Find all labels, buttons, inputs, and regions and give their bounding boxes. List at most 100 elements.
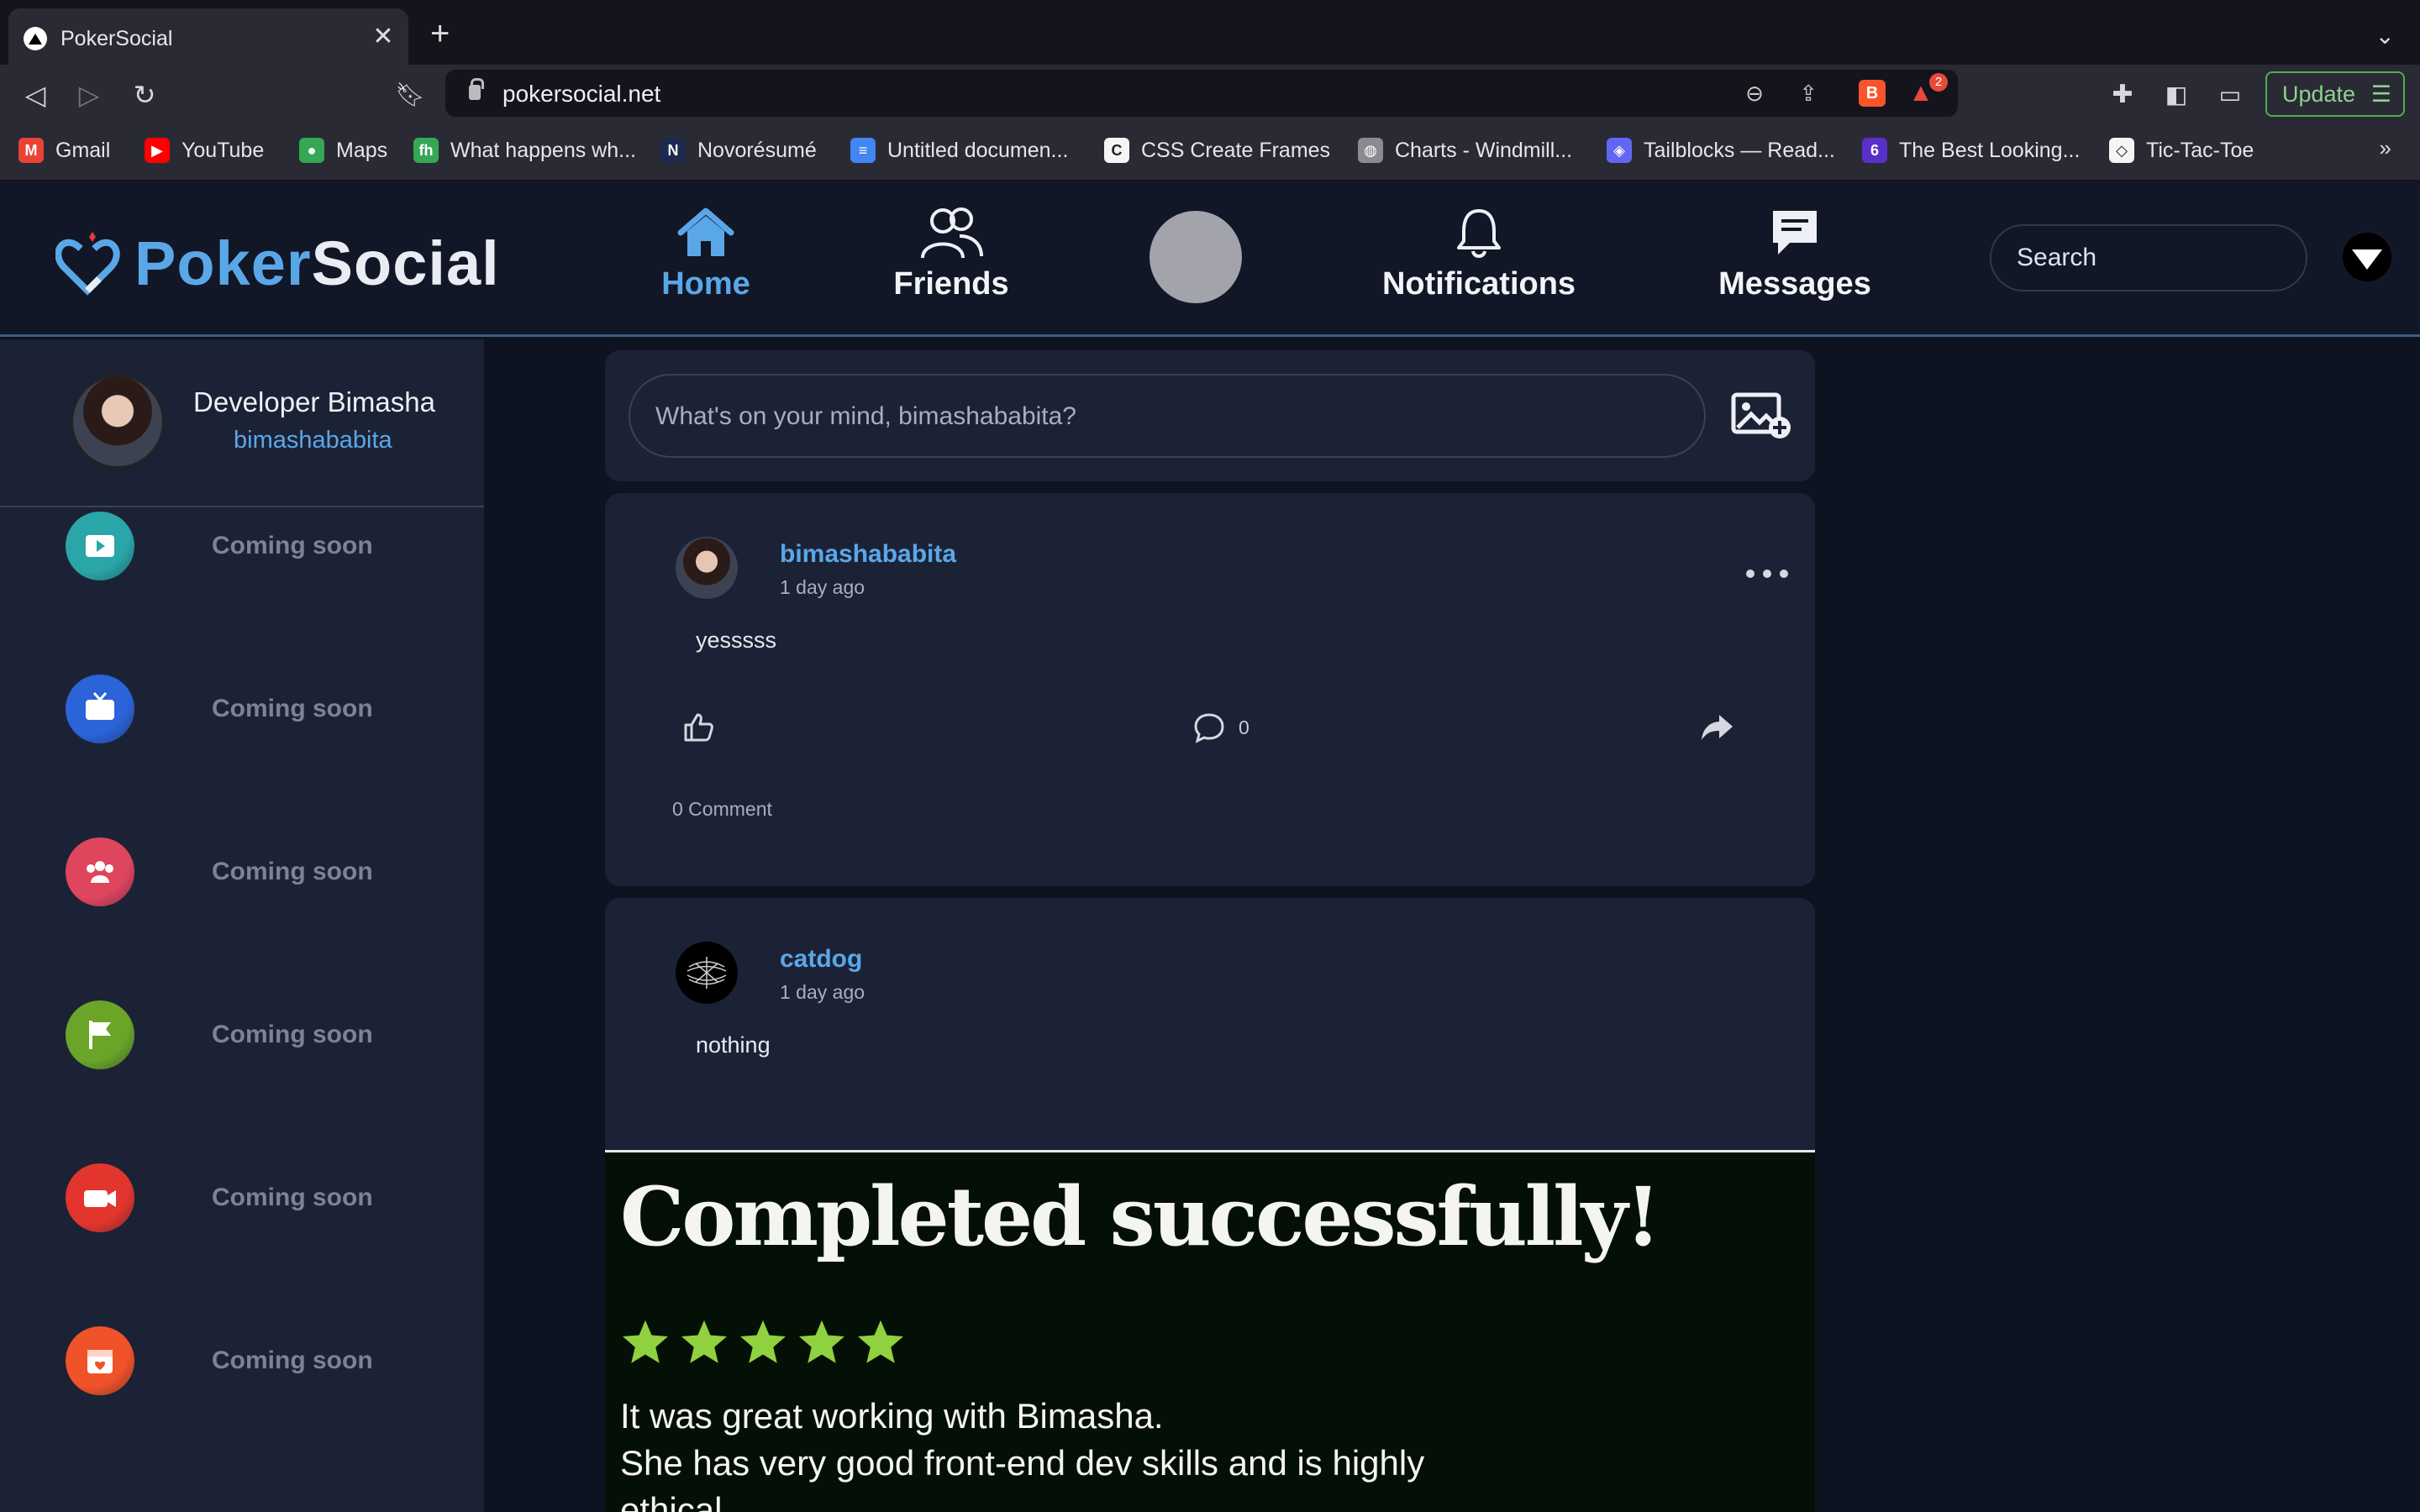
sidebar-item[interactable]: Coming soon: [66, 673, 452, 745]
sidebar-item[interactable]: Coming soon: [66, 999, 452, 1071]
review-title: Completed successfully!: [620, 1169, 1661, 1264]
comments-summary[interactable]: 0 Comment: [672, 798, 772, 821]
extensions-icon[interactable]: ✚: [2104, 76, 2141, 113]
reload-icon[interactable]: ↻: [126, 76, 163, 113]
sidebar-item-label: Coming soon: [212, 532, 373, 559]
logo-text-poker: Poker: [134, 228, 312, 298]
share-button[interactable]: [1699, 711, 1734, 743]
bookmark-label: The Best Looking...: [1899, 138, 2081, 162]
groups-icon: [66, 837, 134, 906]
logo-text-social: Social: [311, 228, 500, 298]
center-avatar[interactable]: [1150, 211, 1242, 303]
bookmark-item[interactable]: ◍ Charts - Windmill...: [1358, 135, 1572, 165]
bookmark-item[interactable]: N Novorésumé: [660, 135, 817, 165]
bookmark-item[interactable]: ▶ YouTube: [145, 135, 264, 165]
tv-icon: [66, 675, 134, 743]
sidebar-toggle-icon[interactable]: ◧: [2158, 76, 2195, 113]
brave-shields-icon[interactable]: B: [1859, 80, 1886, 107]
pokersocial-logo[interactable]: PokerSocial: [55, 228, 500, 299]
tailblocks-icon: ◈: [1607, 138, 1632, 163]
bookmark-item[interactable]: ◇ Tic-Tac-Toe: [2109, 135, 2254, 165]
account-menu-caret-icon[interactable]: [2343, 233, 2391, 281]
novoresume-icon: N: [660, 138, 686, 163]
close-tab-icon[interactable]: ✕: [368, 22, 398, 52]
wallet-icon[interactable]: ▭: [2212, 76, 2249, 113]
post-author[interactable]: catdog: [780, 945, 862, 974]
nav-notifications-label: Notifications: [1381, 266, 1576, 302]
bookmark-label: Untitled documen...: [887, 138, 1069, 162]
zoom-icon[interactable]: ⊖: [1741, 80, 1768, 107]
bookmark-item[interactable]: M Gmail: [18, 135, 110, 165]
fh-icon: fh: [413, 138, 439, 163]
bookmark-label: Tailblocks — Read...: [1644, 138, 1835, 162]
nav-notifications[interactable]: Notifications: [1370, 206, 1588, 323]
nav-messages-label: Messages: [1718, 266, 1871, 302]
post-author-avatar[interactable]: [676, 537, 738, 599]
bookmark-item[interactable]: ≡ Untitled documen...: [850, 135, 1068, 165]
home-icon: [677, 207, 734, 256]
tab-title: PokerSocial: [60, 27, 173, 50]
search-field[interactable]: [1990, 224, 2307, 291]
tab-search-chevron-icon[interactable]: ⌄: [2375, 22, 2395, 50]
sidebar-item-label: Coming soon: [212, 1184, 373, 1211]
profile-handle[interactable]: bimashababita: [234, 427, 392, 454]
post-options-icon[interactable]: [1746, 567, 1788, 580]
profile-card[interactable]: Developer Bimasha bimashababita: [0, 339, 484, 507]
star-icon: [799, 1320, 844, 1363]
bookmark-item[interactable]: ◈ Tailblocks — Read...: [1607, 135, 1835, 165]
star-icon: [681, 1320, 727, 1363]
nav-friends[interactable]: Friends: [859, 206, 1044, 323]
update-button[interactable]: Update ☰: [2265, 71, 2405, 117]
bookmark-label: Tic-Tac-Toe: [2146, 138, 2254, 162]
forward-icon[interactable]: ▷: [71, 76, 108, 113]
bookmark-item[interactable]: 6 The Best Looking...: [1862, 135, 2080, 165]
nav-messages[interactable]: Messages: [1702, 206, 1887, 323]
pokersocial-favicon-icon: [24, 27, 47, 50]
post-author-avatar[interactable]: [676, 942, 738, 1004]
bookmark-label: CSS Create Frames: [1141, 138, 1331, 162]
sidebar-item-label: Coming soon: [212, 858, 373, 885]
new-tab-icon[interactable]: +: [430, 17, 450, 50]
sidebar-item-label: Coming soon: [212, 1347, 373, 1374]
bookmarks-overflow-icon[interactable]: »: [2380, 135, 2391, 161]
avatar[interactable]: [71, 375, 165, 469]
url-text: pokersocial.net: [502, 81, 661, 107]
post-card: bimashababita 1 day ago yesssss 0 0 Comm…: [605, 493, 1815, 886]
bookmark-item[interactable]: fh What happens wh...: [413, 135, 636, 165]
sidebar-item[interactable]: Coming soon: [66, 1325, 452, 1397]
comment-icon: [1194, 713, 1224, 743]
post-image[interactable]: Completed successfully! It was great wor…: [605, 1150, 1815, 1512]
left-sidebar: Developer Bimasha bimashababita Coming s…: [0, 339, 484, 1512]
browser-tab[interactable]: PokerSocial ✕: [8, 8, 408, 65]
video-icon: [66, 512, 134, 580]
bookmark-icon[interactable]: 🔖︎: [392, 76, 429, 113]
comment-button[interactable]: 0: [1193, 711, 1249, 743]
bookmark-item[interactable]: C CSS Create Frames: [1104, 135, 1330, 165]
bookmark-label: Charts - Windmill...: [1395, 138, 1573, 162]
composer-input[interactable]: What's on your mind, bimashababita?: [629, 374, 1706, 458]
post-author[interactable]: bimashababita: [780, 540, 956, 569]
codepen-icon: ◇: [2109, 138, 2134, 163]
bookmark-label: What happens wh...: [450, 138, 636, 162]
review-line: ethical.: [620, 1490, 733, 1512]
search-input[interactable]: [1991, 226, 2306, 290]
bookmark-label: Maps: [336, 138, 388, 162]
nav-home[interactable]: Home: [613, 206, 798, 323]
rating-stars: [620, 1317, 906, 1368]
sidebar-item[interactable]: Coming soon: [66, 510, 452, 582]
star-icon: [858, 1320, 903, 1363]
sidebar-item[interactable]: Coming soon: [66, 1162, 452, 1234]
post-time: 1 day ago: [780, 576, 865, 598]
back-icon[interactable]: ◁: [17, 76, 54, 113]
star-icon: [623, 1320, 668, 1363]
post-body: yesssss: [696, 627, 777, 653]
bookmark-item[interactable]: ● Maps: [299, 135, 387, 165]
sidebar-item-label: Coming soon: [212, 695, 373, 722]
like-button[interactable]: [682, 711, 714, 743]
camera-icon: [66, 1163, 134, 1232]
share-icon[interactable]: ⇪: [1795, 80, 1822, 107]
sidebar-item[interactable]: Coming soon: [66, 836, 452, 908]
add-photo-icon[interactable]: [1731, 392, 1793, 439]
bookmark-label: YouTube: [182, 138, 265, 162]
address-bar[interactable]: pokersocial.net ⊖ ⇪ B ▲: [445, 70, 1958, 117]
